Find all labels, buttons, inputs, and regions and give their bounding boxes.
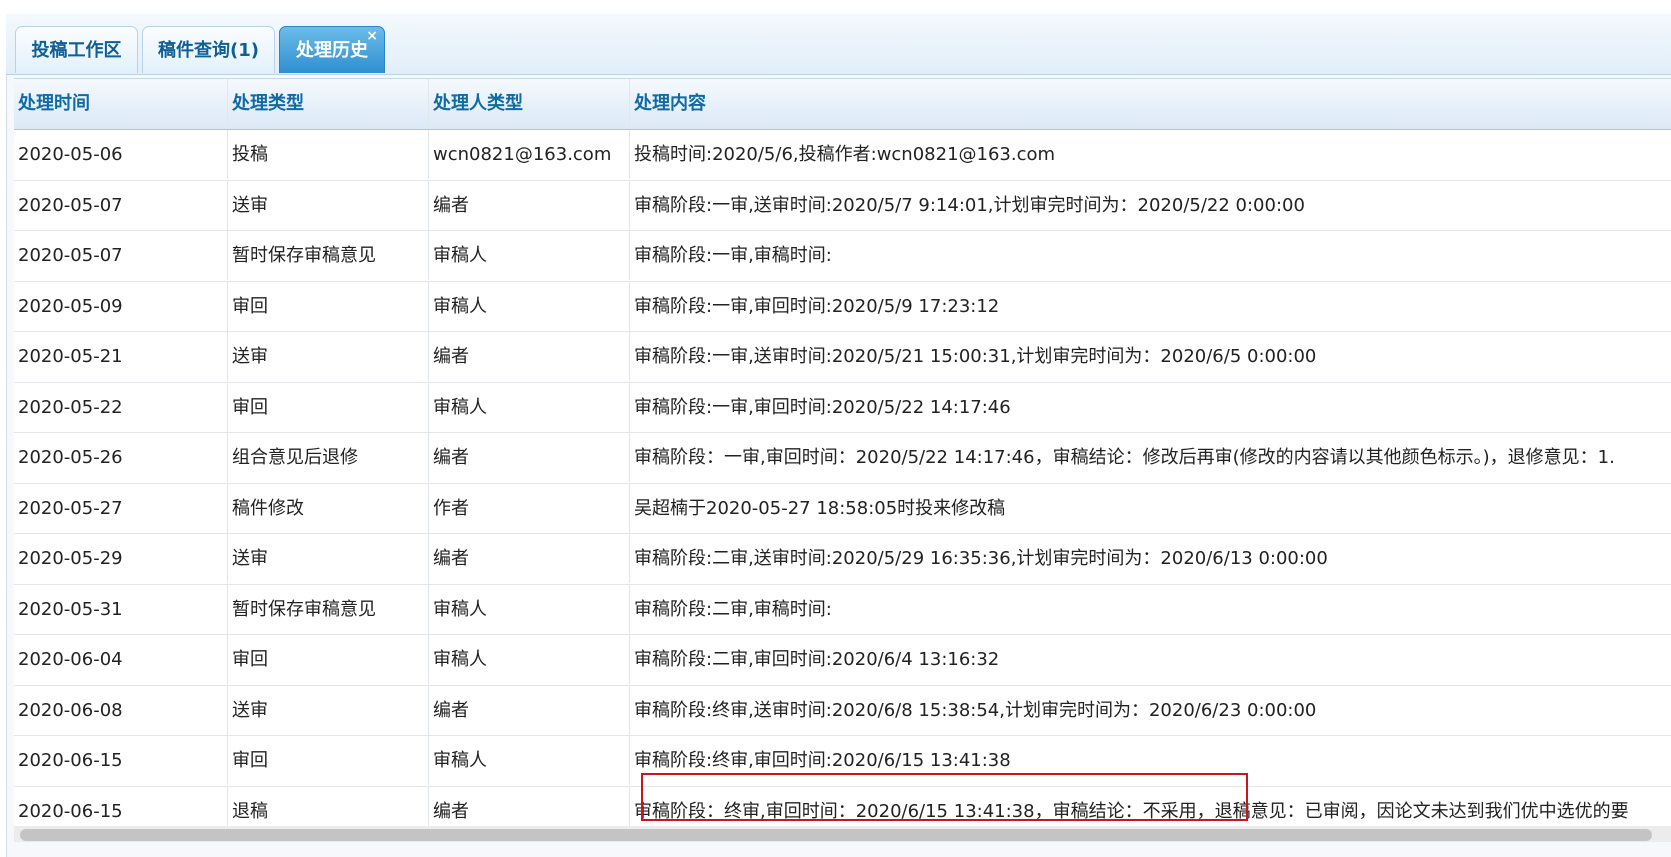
- cell-type: 审回: [228, 281, 429, 331]
- history-table: 处理时间 处理类型 处理人类型 处理内容 2020-05-06 投稿 wcn0821…: [14, 78, 1671, 837]
- cell-handler-type: 编者: [429, 332, 630, 381]
- cell-type: 送审: [228, 534, 429, 583]
- cell-time: 2020-05-09: [14, 281, 228, 331]
- cell-type: 审回: [228, 382, 429, 432]
- cell-type: 组合意见后退修: [228, 433, 429, 482]
- cell-time: 2020-05-22: [14, 382, 228, 432]
- close-icon[interactable]: ×: [366, 13, 378, 60]
- tab-label: 投稿工作区: [31, 40, 122, 61]
- cell-content: 吴超楠于2020-05-27 18:58:05时投来修改稿: [630, 484, 1671, 533]
- cell-time: 2020-06-08: [14, 685, 228, 735]
- cell-type: 审回: [228, 635, 429, 684]
- horizontal-scrollbar[interactable]: [14, 826, 1671, 842]
- table-row[interactable]: 2020-05-21 送审 编者 审稿阶段:一审,送审时间:2020/5/21 15:…: [14, 332, 1671, 383]
- cell-time: 2020-05-26: [14, 433, 228, 482]
- cell-handler-type: 编者: [429, 180, 630, 230]
- table-body: 2020-05-06 投稿 wcn0821@163.com 投稿时间:2020/5/6…: [14, 130, 1671, 837]
- cell-handler-type: 编者: [429, 433, 630, 482]
- cell-handler-type: 审稿人: [429, 635, 630, 684]
- tab-submission-workspace[interactable]: 投稿工作区: [15, 26, 138, 73]
- cell-handler-type: 审稿人: [429, 584, 630, 634]
- table-row[interactable]: 2020-05-31 暂时保存审稿意见 审稿人 审稿阶段:二审,审稿时间:: [14, 584, 1671, 635]
- cell-content: 审稿阶段:一审,送审时间:2020/5/21 15:00:31,计划审完时间为：…: [630, 332, 1671, 381]
- tab-manuscript-query[interactable]: 稿件查询(1): [142, 26, 275, 73]
- cell-time: 2020-05-07: [14, 180, 228, 230]
- cell-content: 审稿阶段:一审,审回时间:2020/5/9 17:23:12: [630, 282, 1671, 331]
- cell-time: 2020-06-04: [14, 635, 228, 684]
- cell-content: 审稿阶段:一审,审回时间:2020/5/22 14:17:46: [630, 383, 1671, 432]
- cell-content: 审稿阶段：一审,审回时间：2020/5/22 14:17:46，审稿结论：修改后…: [630, 433, 1671, 482]
- cell-handler-type: 审稿人: [429, 382, 630, 432]
- table-row[interactable]: 2020-05-26 组合意见后退修 编者 审稿阶段：一审,审回时间：2020/5/2…: [14, 433, 1671, 484]
- table-row[interactable]: 2020-05-09 审回 审稿人 审稿阶段:一审,审回时间:2020/5/9 17:…: [14, 281, 1671, 332]
- tab-processing-history[interactable]: 处理历史 ×: [279, 26, 385, 73]
- cell-content: 审稿阶段:一审,送审时间:2020/5/7 9:14:01,计划审完时间为：20…: [630, 181, 1671, 230]
- tab-label: 稿件查询(1): [158, 40, 259, 61]
- cell-type: 送审: [228, 332, 429, 381]
- cell-handler-type: wcn0821@163.com: [429, 130, 630, 179]
- table-row[interactable]: 2020-05-07 送审 编者 审稿阶段:一审,送审时间:2020/5/7 9:14…: [14, 180, 1671, 231]
- cell-type: 送审: [228, 180, 429, 230]
- cell-type: 稿件修改: [228, 483, 429, 533]
- cell-content: 审稿阶段:二审,审回时间:2020/6/4 13:16:32: [630, 635, 1671, 684]
- column-header-handler-type[interactable]: 处理人类型: [429, 79, 630, 129]
- table-row[interactable]: 2020-06-04 审回 审稿人 审稿阶段:二审,审回时间:2020/6/4 13:…: [14, 635, 1671, 686]
- cell-content: 审稿阶段:二审,送审时间:2020/5/29 16:35:36,计划审完时间为：…: [630, 534, 1671, 583]
- cell-handler-type: 编者: [429, 534, 630, 583]
- scrollbar-thumb[interactable]: [20, 829, 1652, 841]
- cell-time: 2020-06-15: [14, 736, 228, 785]
- cell-time: 2020-05-31: [14, 584, 228, 634]
- tab-bar: 投稿工作区 稿件查询(1) 处理历史 ×: [6, 14, 1671, 75]
- cell-time: 2020-05-07: [14, 231, 228, 280]
- cell-content: 审稿阶段:终审,送审时间:2020/6/8 15:38:54,计划审完时间为：2…: [630, 686, 1671, 735]
- cell-content: 审稿阶段:二审,审稿时间:: [630, 585, 1671, 634]
- cell-type: 投稿: [228, 130, 429, 179]
- cell-time: 2020-05-29: [14, 534, 228, 583]
- cell-content: 审稿阶段:终审,审回时间:2020/6/15 13:41:38: [630, 736, 1671, 785]
- table-row[interactable]: 2020-06-15 审回 审稿人 审稿阶段:终审,审回时间:2020/6/15 13…: [14, 736, 1671, 787]
- cell-content: 审稿阶段:一审,审稿时间:: [630, 231, 1671, 280]
- cell-content: 投稿时间:2020/5/6,投稿作者:wcn0821@163.com: [630, 130, 1671, 179]
- cell-type: 审回: [228, 736, 429, 785]
- column-header-content[interactable]: 处理内容: [630, 79, 1671, 129]
- cell-handler-type: 审稿人: [429, 736, 630, 785]
- cell-type: 送审: [228, 685, 429, 735]
- cell-handler-type: 审稿人: [429, 281, 630, 331]
- table-row[interactable]: 2020-05-07 暂时保存审稿意见 审稿人 审稿阶段:一审,审稿时间:: [14, 231, 1671, 282]
- table-header: 处理时间 处理类型 处理人类型 处理内容: [14, 78, 1671, 130]
- cell-handler-type: 作者: [429, 483, 630, 533]
- cell-type: 暂时保存审稿意见: [228, 584, 429, 634]
- table-row[interactable]: 2020-05-29 送审 编者 审稿阶段:二审,送审时间:2020/5/29 16:…: [14, 534, 1671, 585]
- cell-handler-type: 编者: [429, 685, 630, 735]
- cell-handler-type: 审稿人: [429, 231, 630, 280]
- table-row[interactable]: 2020-05-22 审回 审稿人 审稿阶段:一审,审回时间:2020/5/22 14…: [14, 382, 1671, 433]
- cell-type: 暂时保存审稿意见: [228, 231, 429, 280]
- cell-time: 2020-05-27: [14, 483, 228, 533]
- tab-label: 处理历史: [296, 40, 368, 61]
- table-row[interactable]: 2020-06-08 送审 编者 审稿阶段:终审,送审时间:2020/6/8 15:3…: [14, 685, 1671, 736]
- table-row[interactable]: 2020-05-06 投稿 wcn0821@163.com 投稿时间:2020/5/6…: [14, 130, 1671, 181]
- column-header-type[interactable]: 处理类型: [228, 79, 429, 129]
- cell-time: 2020-05-06: [14, 130, 228, 179]
- column-header-time[interactable]: 处理时间: [14, 79, 228, 129]
- table-row[interactable]: 2020-05-27 稿件修改 作者 吴超楠于2020-05-27 18:58:05时…: [14, 483, 1671, 534]
- cell-time: 2020-05-21: [14, 332, 228, 381]
